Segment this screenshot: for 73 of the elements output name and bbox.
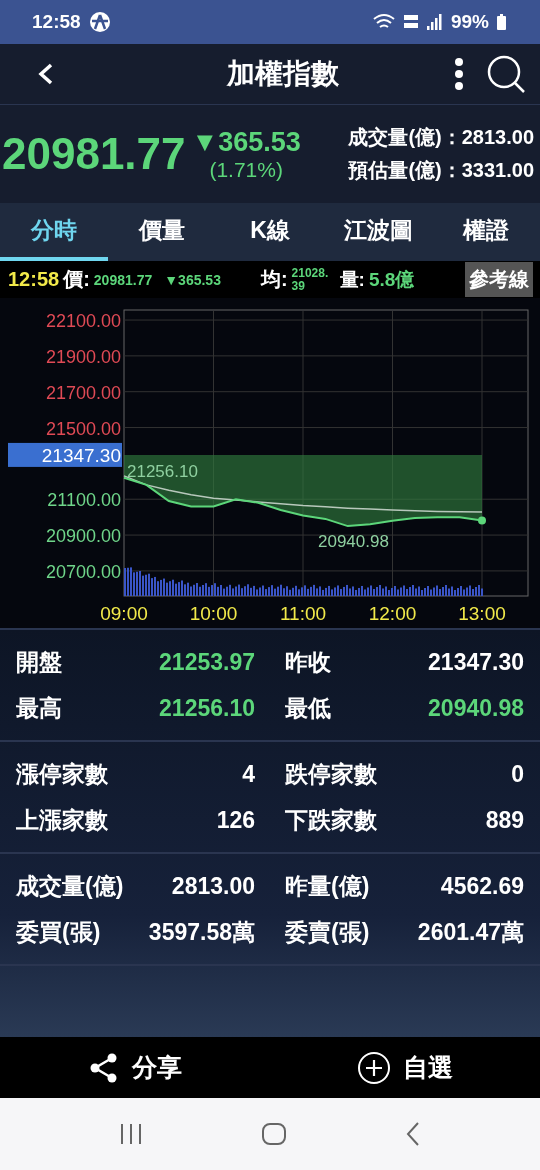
stat-label: 委買(張) [16,917,101,947]
volume-label: 量: [339,267,365,292]
status-time: 12:58 [32,11,81,33]
stat-label: 開盤 [16,647,62,677]
wifi-icon [372,13,395,31]
y-axis-label: 20700.00 [45,561,121,582]
battery-percent: 99% [450,11,489,33]
stat-label: 最高 [16,693,62,723]
chart-tab[interactable]: K線 [216,203,324,261]
average-label: 均: [260,267,288,292]
stat-label: 漲停家數 [16,759,108,789]
change-percent: (1.71%) [209,157,283,182]
reference-tag: 21347.30 [8,442,122,467]
cursor-price: 20981.77 [93,271,153,288]
x-axis-label: 13:00 [458,603,506,624]
app-notification-icon [88,11,111,33]
chart-tab[interactable]: 價量 [108,203,216,261]
y-axis-label: 22100.00 [45,311,121,332]
x-axis-label: 11:00 [279,603,327,624]
stat-value: 2813.00 [171,872,255,900]
stat-label: 上漲家數 [16,805,108,835]
chart-tab[interactable]: 江波圖 [324,203,432,261]
add-watchlist-button[interactable]: 自選 [270,1037,540,1098]
cursor-change: ▼365.53 [164,271,221,288]
x-axis-label: 12:00 [368,603,417,624]
stat-value: 3597.58萬 [148,917,255,947]
volume-stat: 成交量(億)：2813.00 [348,125,534,150]
price-change: ▼365.53 [191,126,301,158]
volume-stat: 預估量(億)：3331.00 [348,158,534,183]
current-point [478,516,486,525]
high-label: 21256.10 [127,461,198,481]
signal-icon [426,14,443,30]
x-axis-label: 09:00 [100,603,148,624]
stat-value: 20940.98 [428,694,524,722]
stat-value: 4562.69 [440,872,524,900]
chart-tab[interactable]: 權證 [432,203,540,261]
stat-value: 21256.10 [159,694,255,722]
home-icon[interactable] [261,1122,287,1146]
stat-value: 889 [485,806,524,834]
page-title: 加權指數 [225,57,340,91]
y-axis-label: 20900.00 [45,526,121,547]
recent-apps-icon[interactable] [119,1123,143,1145]
y-axis-label: 21900.00 [45,346,121,367]
reference-line-button[interactable]: 參考線 [465,262,533,297]
volume-value: 5.8億 [368,267,415,292]
y-axis-label: 21100.00 [47,490,121,511]
stat-label: 昨收 [285,647,331,677]
stat-label: 下跌家數 [285,805,377,835]
index-price: 20981.77 [2,129,186,179]
y-axis-label: 21500.00 [45,418,121,439]
more-vertical-icon [454,58,464,90]
stat-label: 成交量(億) [16,871,124,901]
x-axis-label: 10:00 [189,603,238,624]
stat-label: 昨量(億) [285,871,370,901]
stat-value: 0 [511,760,524,788]
back-icon[interactable] [405,1121,421,1147]
stat-value: 21253.97 [159,648,255,676]
plus-circle-icon [357,1050,391,1085]
search-icon [486,54,526,94]
stat-value: 126 [216,806,255,834]
battery-icon [497,14,506,30]
stat-value: 21347.30 [428,648,524,676]
cursor-time: 12:58 [8,268,60,291]
stat-label: 委賣(張) [285,917,370,947]
stat-label: 最低 [285,693,331,723]
stat-value: 2601.47萬 [417,917,524,947]
low-label: 20940.98 [318,531,389,551]
stat-value: 4 [242,760,255,788]
share-button[interactable]: 分享 [0,1037,270,1098]
y-axis-label: 21700.00 [45,382,121,403]
price-label: 價: [63,267,90,292]
stat-label: 跌停家數 [285,759,377,789]
average-value: 21028.39 [291,266,330,293]
